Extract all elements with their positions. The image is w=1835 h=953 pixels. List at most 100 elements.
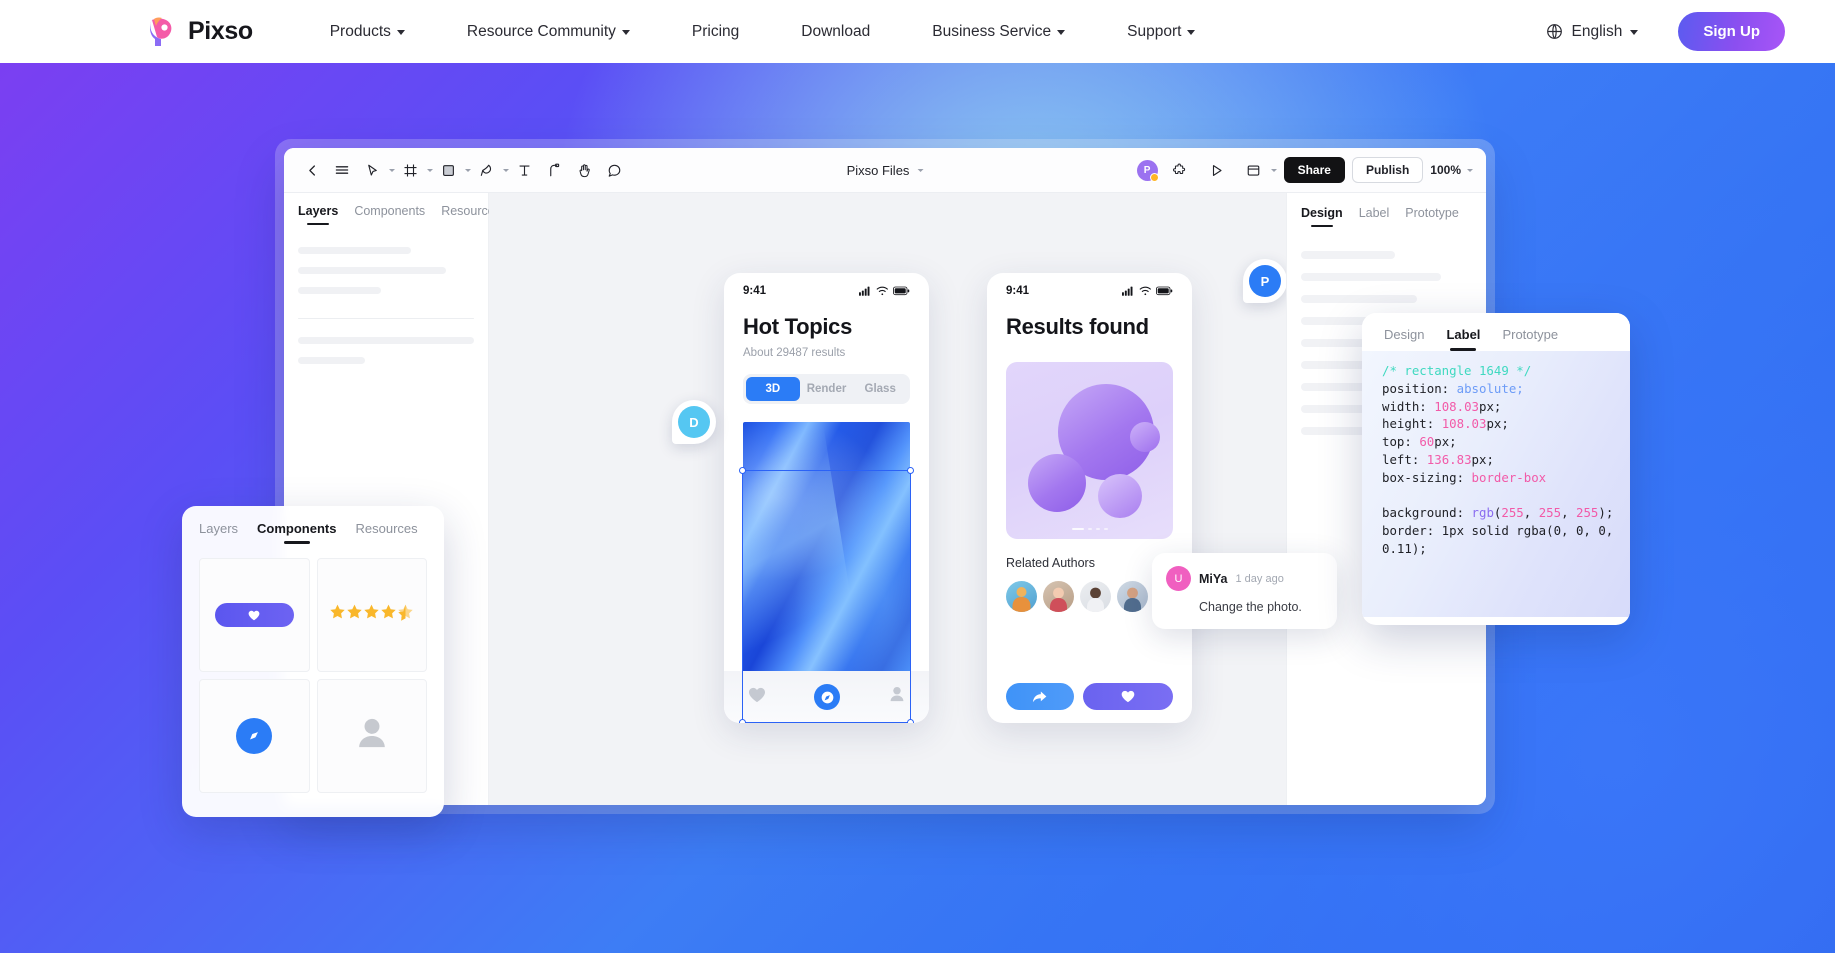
tab-design[interactable]: Design: [1384, 327, 1424, 351]
code-prop: left:: [1382, 451, 1420, 467]
user-avatar-component[interactable]: [316, 679, 427, 793]
code-background-line: background: rgb(255, 255, 255);: [1382, 505, 1614, 521]
comment-tool-icon[interactable]: [599, 155, 629, 185]
hero-image-3d-blue[interactable]: [743, 422, 910, 674]
tab-resources[interactable]: Resources: [355, 521, 417, 544]
layout-panel-icon[interactable]: [1239, 155, 1269, 185]
cursor-bubble-p[interactable]: P: [1243, 259, 1286, 303]
code-prop: width:: [1382, 398, 1427, 414]
code-value: border-box: [1471, 469, 1547, 485]
phone-mockup-results-found[interactable]: 9:41 Results found Related Authors: [987, 273, 1192, 723]
text-tool-icon[interactable]: [509, 155, 539, 185]
code-value: 108.03: [1434, 398, 1479, 414]
phone-status-bar: 9:41: [987, 273, 1192, 301]
chevron-down-icon: [1467, 168, 1473, 172]
code-comment: /* rectangle 1649 */: [1382, 363, 1532, 378]
layers-panel-tabs: Layers Components Resources: [298, 204, 501, 225]
layout-panel-toggle[interactable]: [1239, 155, 1277, 185]
avatar[interactable]: [1006, 581, 1037, 612]
tab-design[interactable]: Design: [1301, 206, 1343, 227]
avatar[interactable]: P: [1136, 159, 1159, 182]
frame-tool-icon[interactable]: [395, 155, 425, 185]
shape-tool[interactable]: [433, 155, 471, 185]
like-button[interactable]: [1082, 683, 1173, 710]
nav-item-label: Products: [329, 22, 391, 40]
phone-mockup-hot-topics[interactable]: 9:41 Hot Topics About 29487 results 3D R…: [724, 273, 929, 723]
profile-tab-icon[interactable]: [889, 686, 905, 708]
compass-icon-component[interactable]: [199, 679, 310, 793]
carousel-dot[interactable]: [1087, 527, 1092, 530]
code-suffix: ;: [1516, 380, 1524, 396]
hero-image-purple-3d[interactable]: [1006, 362, 1173, 539]
code-suffix: px;: [1479, 398, 1502, 414]
floating-label-panel[interactable]: Design Label Prototype /* rectangle 1649…: [1362, 313, 1630, 625]
nav-item-business-service[interactable]: Business Service: [932, 22, 1066, 41]
frame-tool[interactable]: [395, 155, 433, 185]
zoom-level-selector[interactable]: 100%: [1430, 163, 1473, 177]
toolbar-right-group: P Share Publish 100%: [1136, 155, 1473, 185]
publish-button[interactable]: Publish: [1351, 157, 1424, 183]
document-title[interactable]: Pixso Files: [847, 163, 924, 178]
avatar[interactable]: [1043, 581, 1074, 612]
comment-author: MiYa: [1199, 571, 1228, 586]
code-value: 60: [1419, 434, 1435, 450]
pen-tool-icon[interactable]: [471, 155, 501, 185]
tab-label[interactable]: Label: [1446, 327, 1480, 351]
plugin-puzzle-icon[interactable]: [1165, 155, 1195, 185]
nav-item-label: Pricing: [691, 22, 740, 40]
pen-tool[interactable]: [471, 155, 509, 185]
document-title-label: Pixso Files: [846, 162, 910, 178]
nav-item-support[interactable]: Support: [1127, 23, 1196, 41]
nav-item-label: Business Service: [932, 22, 1052, 40]
like-button-component[interactable]: [199, 558, 310, 672]
share-button[interactable]: Share: [1283, 157, 1345, 183]
wifi-icon: [876, 286, 889, 296]
move-tool-icon[interactable]: [357, 155, 387, 185]
play-present-icon[interactable]: [1202, 155, 1232, 185]
path-tool-icon[interactable]: [539, 155, 569, 185]
avatar[interactable]: [1080, 581, 1111, 612]
segment-3d[interactable]: 3D: [746, 377, 800, 401]
brand-logo-link[interactable]: Pixso: [146, 15, 253, 48]
share-button[interactable]: [1006, 683, 1074, 710]
tab-components[interactable]: Components: [257, 521, 336, 544]
nav-item-download[interactable]: Download: [801, 23, 870, 41]
nav-item-pricing[interactable]: Pricing: [692, 23, 739, 41]
heart-tab-icon[interactable]: [748, 687, 766, 708]
cursor-bubble-d[interactable]: D: [672, 400, 716, 444]
sign-up-button[interactable]: Sign Up: [1678, 12, 1785, 51]
tab-layers[interactable]: Layers: [298, 204, 338, 225]
move-tool[interactable]: [357, 155, 395, 185]
nav-item-products[interactable]: Products: [330, 23, 405, 41]
tab-label[interactable]: Label: [1359, 206, 1390, 227]
shape-tool-icon[interactable]: [433, 155, 463, 185]
code-prop: top:: [1382, 434, 1412, 450]
design-placeholder-row: [1301, 273, 1442, 281]
heart-icon: [248, 610, 260, 620]
carousel-dot[interactable]: [1103, 527, 1108, 530]
design-canvas[interactable]: 9:41 Hot Topics About 29487 results 3D R…: [489, 193, 1286, 805]
hand-tool-icon[interactable]: [569, 155, 599, 185]
carousel-dot-active[interactable]: [1071, 527, 1084, 530]
carousel-dot[interactable]: [1095, 527, 1100, 530]
comment-popup[interactable]: U MiYa 1 day ago Change the photo.: [1152, 553, 1337, 629]
tab-prototype[interactable]: Prototype: [1405, 206, 1459, 227]
floating-components-panel[interactable]: Layers Components Resources: [182, 506, 444, 817]
tab-layers[interactable]: Layers: [199, 521, 238, 544]
back-arrow-icon[interactable]: [297, 155, 327, 185]
chevron-down-icon: [1630, 30, 1639, 35]
tab-prototype[interactable]: Prototype: [1502, 327, 1558, 351]
avatar[interactable]: [1117, 581, 1148, 612]
segment-render[interactable]: Render: [800, 377, 854, 401]
hamburger-menu-icon[interactable]: [327, 155, 357, 185]
tab-components[interactable]: Components: [354, 204, 425, 225]
star-rating-component[interactable]: [316, 558, 427, 672]
language-label: English: [1571, 22, 1623, 40]
layer-placeholder-row: [298, 247, 411, 254]
design-placeholder-row: [1301, 295, 1418, 303]
css-code-block[interactable]: /* rectangle 1649 */ position: absolute;…: [1362, 351, 1630, 617]
nav-item-resource-community[interactable]: Resource Community: [467, 23, 630, 41]
compass-tab-icon[interactable]: [814, 684, 841, 710]
language-selector[interactable]: English: [1546, 22, 1639, 41]
segment-glass[interactable]: Glass: [853, 377, 907, 401]
